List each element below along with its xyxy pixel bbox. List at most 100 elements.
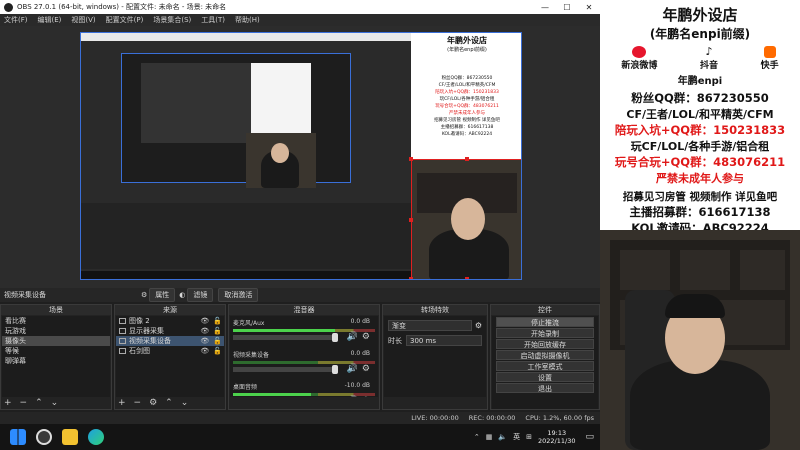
maximize-button[interactable]: ☐ [556, 3, 578, 12]
menu-help[interactable]: 帮助(H) [235, 15, 260, 25]
visibility-icon[interactable]: 👁 [200, 346, 209, 356]
resize-handle[interactable] [521, 157, 522, 161]
controls-dock-title: 控件 [491, 305, 599, 315]
mixer-channels: 麦克风/Aux 0.0 dB 🔊 ⚙ 视频采集设备 0.0 dB 🔊 ⚙ 桌面音频 … [230, 316, 378, 406]
start-recording-button[interactable]: 开始录制 [496, 328, 594, 338]
menu-file[interactable]: 文件(F) [4, 15, 28, 25]
menu-scene-collection[interactable]: 场景集合(S) [153, 15, 191, 25]
exit-button[interactable]: 退出 [496, 383, 594, 393]
volume-slider[interactable] [233, 333, 338, 342]
edge-browser-icon[interactable] [88, 429, 104, 445]
overlay-line-6: 招募见习房管 视频制作 详见鱼吧 [622, 191, 778, 203]
overlay-line-2: 陪玩入坑+QQ群：150231833 [614, 123, 786, 137]
account-name: 年鹏enpi [677, 76, 723, 87]
close-button[interactable]: ✕ [578, 3, 600, 12]
stream-overlay-panel: 年鹏外设店 (年鹏名enpi前缀) 新浪微博 ♪ 抖音 快手 年鹏enpi 粉丝… [600, 0, 800, 230]
duration-input[interactable]: 300 ms [406, 335, 482, 346]
volume-slider-knob[interactable] [332, 333, 338, 342]
resize-handle[interactable] [409, 157, 413, 161]
start-virtual-camera-button[interactable]: 启动虚拟摄像机 [496, 350, 594, 360]
settings-button[interactable]: 设置 [496, 372, 594, 382]
obs-taskbar-icon[interactable] [36, 429, 52, 445]
lock-icon[interactable]: 🔓 [213, 326, 222, 336]
selection-box[interactable] [411, 159, 521, 279]
scene-item[interactable]: 看比赛 [2, 316, 110, 326]
source-settings-icon[interactable]: ⚙ [149, 398, 157, 408]
speaker-icon[interactable]: 🔊 [347, 332, 358, 342]
platform-row: 新浪微博 ♪ 抖音 快手 [600, 46, 800, 72]
visibility-icon[interactable]: 👁 [200, 336, 209, 346]
resize-handle[interactable] [465, 157, 469, 161]
overlay-line-1: CF/王者/LOL/和平精英/CFM [626, 108, 774, 121]
canvas-line-1: CF/王者/LOL/和平精英/CFM [438, 83, 496, 88]
resize-handle[interactable] [465, 277, 469, 279]
filters-button[interactable]: 滤镜 [187, 288, 214, 302]
resize-handle[interactable] [409, 277, 413, 279]
stop-streaming-button[interactable]: 停止推流 [496, 317, 594, 327]
add-source-button[interactable]: + [118, 398, 126, 408]
scene-item[interactable]: 聊弹幕 [2, 356, 110, 366]
resize-handle[interactable] [521, 277, 522, 280]
remove-source-button[interactable]: − [134, 398, 142, 408]
sources-dock-toolbar: + − ⚙ ⌃ ⌄ [115, 397, 225, 409]
menu-profile[interactable]: 配置文件(P) [106, 15, 144, 25]
transition-select[interactable]: 渐变 [388, 320, 472, 331]
overlay-line-5: 严禁未成年人参与 [656, 172, 744, 185]
start-replay-buffer-button[interactable]: 开始回放缓存 [496, 339, 594, 349]
studio-mode-button[interactable]: 工作室模式 [496, 361, 594, 371]
volume-slider-knob[interactable] [332, 365, 338, 374]
menu-view[interactable]: 视图(V) [71, 15, 95, 25]
menu-edit[interactable]: 编辑(E) [38, 15, 62, 25]
source-item-label: 显示器采集 [129, 327, 164, 335]
grid-icon[interactable]: ⊞ [526, 433, 532, 441]
scene-item[interactable]: 等候 [2, 346, 110, 356]
move-down-button[interactable]: ⌄ [181, 398, 189, 408]
lock-icon[interactable]: 🔓 [213, 346, 222, 356]
taskbar-clock[interactable]: 19:13 2022/11/30 [538, 429, 575, 445]
nested-docks [81, 203, 411, 269]
move-up-button[interactable]: ⌃ [35, 398, 43, 408]
scene-item-selected[interactable]: 摄像头 [2, 336, 110, 346]
gear-icon[interactable]: ⚙ [362, 332, 370, 342]
windows-start-icon[interactable] [10, 429, 26, 445]
source-item-selected[interactable]: 视频采集设备 👁 🔓 [116, 336, 224, 346]
mixer-dock-title: 混音器 [229, 305, 379, 315]
gear-icon[interactable]: ⚙ [475, 321, 482, 330]
input-language[interactable]: 英 [513, 432, 520, 442]
network-icon[interactable]: ▦ [486, 433, 493, 441]
source-item[interactable]: 显示器采集 👁 🔓 [116, 326, 224, 336]
resize-handle[interactable] [521, 218, 522, 222]
visibility-icon[interactable]: 👁 [200, 326, 209, 336]
move-down-button[interactable]: ⌄ [51, 398, 59, 408]
platform-label: 快手 [760, 61, 779, 71]
minimize-button[interactable]: — [534, 3, 556, 12]
nested-taskbar [81, 271, 411, 279]
scene-item[interactable]: 玩游戏 [2, 326, 110, 336]
deactivate-button[interactable]: 取消激活 [218, 288, 259, 302]
chevron-up-icon[interactable]: ⌃ [474, 433, 480, 441]
source-item[interactable]: 图像 2 👁 🔓 [116, 316, 224, 326]
app-taskbar-icon[interactable] [62, 429, 78, 445]
source-item[interactable]: 石剑图 👁 🔓 [116, 346, 224, 356]
gear-icon[interactable]: ⚙ [362, 364, 370, 374]
lock-icon[interactable]: 🔓 [213, 316, 222, 326]
visibility-icon[interactable]: 👁 [200, 316, 209, 326]
preview-canvas[interactable]: 年鹏外设店 (年鹏名enpi前缀) 粉丝QQ群：867230550 CF/王者/… [80, 32, 522, 280]
sources-list: 图像 2 👁 🔓 显示器采集 👁 🔓 视频采集设备 👁 🔓 石剑图 👁 🔓 [116, 316, 224, 397]
webcam-shelf-compartment [740, 250, 785, 290]
remove-scene-button[interactable]: − [20, 398, 28, 408]
lock-icon[interactable]: 🔓 [213, 336, 222, 346]
camera-icon [119, 338, 126, 344]
resize-handle[interactable] [409, 218, 413, 222]
properties-button[interactable]: 属性 [149, 288, 176, 302]
menu-tools[interactable]: 工具(T) [201, 15, 225, 25]
speaker-icon[interactable]: 🔊 [347, 364, 358, 374]
notification-icon[interactable]: ▭ [585, 432, 594, 442]
overlay-line-3: 玩CF/LOL/各种手游/铝合租 [630, 140, 770, 153]
add-scene-button[interactable]: + [4, 398, 12, 408]
source-item-label: 视频采集设备 [129, 337, 171, 345]
shop-subtitle: (年鹏名enpi前缀) [649, 27, 751, 41]
move-up-button[interactable]: ⌃ [165, 398, 173, 408]
speaker-icon[interactable]: 🔈 [498, 433, 507, 441]
volume-slider[interactable] [233, 365, 338, 374]
